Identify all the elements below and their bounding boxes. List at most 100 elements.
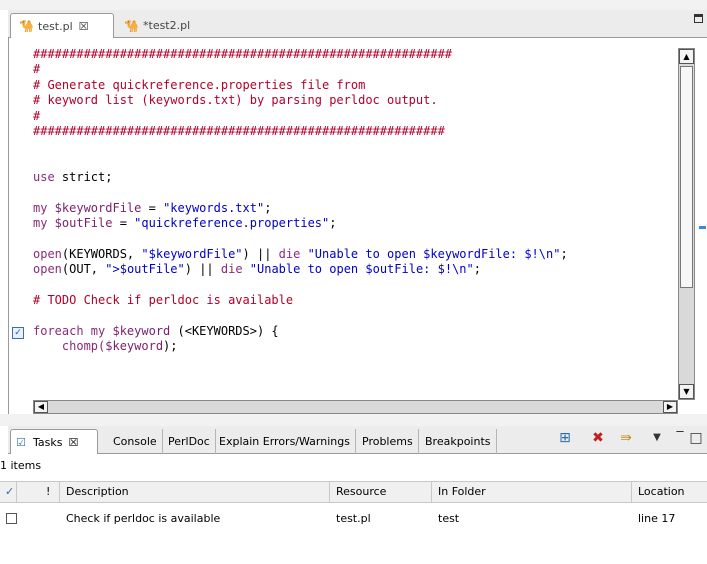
code-token: $keyword: [112, 324, 171, 339]
code-token: ">$outFile": [105, 262, 185, 277]
row-location: line 17: [638, 512, 676, 525]
tab-problems[interactable]: Problems: [357, 429, 419, 454]
code-token: # keyword list (keywords.txt) by parsing…: [33, 93, 438, 108]
code-line[interactable]: foreach my $keyword (<KEYWORDS>) {: [33, 324, 678, 339]
col-location[interactable]: Location: [632, 482, 707, 502]
tasks-icon: ☑: [16, 435, 26, 449]
code-line[interactable]: [33, 155, 678, 170]
code-token: ) ||: [242, 247, 279, 262]
row-folder: test: [438, 512, 460, 525]
tab-label: test.pl: [38, 19, 73, 33]
code-line[interactable]: open(OUT, ">$outFile") || die "Unable to…: [33, 262, 678, 277]
code-line[interactable]: ########################################…: [33, 124, 678, 139]
code-token: open: [33, 262, 62, 277]
code-token: =: [112, 216, 135, 231]
tab-tasks[interactable]: ☑ Tasks ☒: [10, 429, 98, 454]
tab-label: Console: [113, 435, 157, 448]
col-resource[interactable]: Resource: [330, 482, 432, 502]
code-line[interactable]: open(KEYWORDS, "$keywordFile") || die "U…: [33, 247, 678, 262]
code-token: (KEYWORDS,: [61, 247, 142, 262]
panel-sash[interactable]: [0, 414, 707, 426]
code-token: strict;: [54, 170, 113, 185]
col-priority[interactable]: !: [34, 482, 60, 502]
code-token: chomp(: [33, 339, 106, 354]
code-token: $keyword: [105, 339, 164, 354]
tasks-panel: 1 items ✓ ! Description Resource In Fold…: [0, 454, 707, 564]
code-line[interactable]: [33, 309, 678, 324]
code-line[interactable]: use strict;: [33, 170, 678, 185]
scroll-thumb[interactable]: [680, 66, 693, 288]
col-description[interactable]: Description: [60, 482, 330, 502]
code-line[interactable]: #: [33, 109, 678, 124]
camel-icon: 🐪: [124, 18, 139, 33]
items-count: 1 items: [0, 459, 42, 472]
tab-explain-errors[interactable]: Explain Errors/Warnings: [214, 429, 356, 454]
tab-label: Explain Errors/Warnings: [219, 435, 350, 448]
tab-label: Problems: [362, 435, 413, 448]
code-line[interactable]: # Generate quickreference.properties fil…: [33, 78, 678, 93]
horizontal-scrollbar[interactable]: ◀ ▶: [33, 400, 678, 414]
code-token: ;: [264, 200, 272, 215]
code-line[interactable]: ########################################…: [33, 47, 678, 62]
code-line[interactable]: chomp($keyword);: [33, 339, 678, 354]
tab-perldoc[interactable]: PerlDoc: [163, 429, 216, 454]
code-line[interactable]: # TODO Check if perldoc is available: [33, 293, 678, 308]
code-token: ;: [473, 262, 481, 277]
code-token: # TODO Check if perldoc is available: [33, 293, 294, 308]
col-completed[interactable]: ✓: [0, 482, 17, 502]
completed-checkbox[interactable]: [6, 513, 17, 524]
code-line[interactable]: [33, 278, 678, 293]
tab-label: PerlDoc: [168, 435, 210, 448]
code-line[interactable]: [33, 139, 678, 154]
close-icon[interactable]: ☒: [68, 436, 78, 449]
close-icon[interactable]: ☒: [79, 20, 89, 33]
code-area[interactable]: ########################################…: [33, 47, 678, 397]
code-token: ;: [329, 216, 337, 231]
tab-test2-pl[interactable]: 🐪 *test2.pl: [116, 13, 226, 38]
delete-icon[interactable]: ✖: [590, 430, 606, 446]
code-line[interactable]: my $keywordFile = "keywords.txt";: [33, 201, 678, 216]
vertical-ruler: [9, 38, 29, 398]
code-token: ########################################…: [33, 123, 445, 138]
view-menu-icon[interactable]: ▼: [649, 430, 665, 446]
minimize-icon[interactable]: ‾: [672, 430, 688, 446]
col-folder[interactable]: In Folder: [432, 482, 632, 502]
code-token: # Generate quickreference.properties fil…: [33, 77, 366, 92]
scroll-right-icon[interactable]: ▶: [663, 401, 677, 413]
scroll-up-icon[interactable]: ▲: [679, 49, 694, 64]
code-token: my: [33, 200, 48, 215]
row-description: Check if perldoc is available: [66, 512, 221, 525]
table-header: ✓ ! Description Resource In Folder Locat…: [0, 481, 707, 503]
tab-console[interactable]: Console: [108, 429, 163, 454]
tab-label: Breakpoints: [425, 435, 491, 448]
code-line[interactable]: my $outFile = "quickreference.properties…: [33, 216, 678, 231]
code-token: open: [33, 247, 62, 262]
code-token: use: [33, 170, 55, 185]
code-token: #: [33, 108, 41, 123]
tab-test-pl[interactable]: 🐪 test.pl ☒: [10, 13, 114, 38]
code-token: "Unable to open $outFile: $!\n": [242, 262, 474, 277]
code-token: foreach: [33, 324, 84, 339]
code-line[interactable]: [33, 232, 678, 247]
tab-label: Tasks: [33, 435, 63, 449]
code-token: ) ||: [184, 262, 221, 277]
filter-icon[interactable]: ⇛: [618, 430, 634, 446]
maximize-icon[interactable]: [694, 14, 703, 23]
overview-ruler-marker[interactable]: [699, 226, 706, 229]
tab-breakpoints[interactable]: Breakpoints: [420, 429, 497, 454]
code-token: my: [83, 324, 113, 339]
add-task-icon[interactable]: ⊞: [557, 430, 573, 446]
code-token: $outFile: [47, 216, 113, 231]
task-marker-icon[interactable]: ✓: [12, 327, 24, 339]
maximize-view-icon[interactable]: □: [688, 430, 704, 446]
code-editor[interactable]: ✓ ######################################…: [8, 38, 707, 414]
code-token: =: [141, 200, 164, 215]
scroll-down-icon[interactable]: ▼: [679, 384, 694, 399]
code-line[interactable]: #: [33, 62, 678, 77]
code-line[interactable]: [33, 186, 678, 201]
scroll-left-icon[interactable]: ◀: [34, 401, 48, 413]
code-line[interactable]: # keyword list (keywords.txt) by parsing…: [33, 93, 678, 108]
table-row[interactable]: Check if perldoc is available test.pl te…: [0, 511, 707, 527]
code-token: "$keywordFile": [141, 247, 243, 262]
vertical-scrollbar[interactable]: ▲ ▼: [678, 48, 695, 400]
